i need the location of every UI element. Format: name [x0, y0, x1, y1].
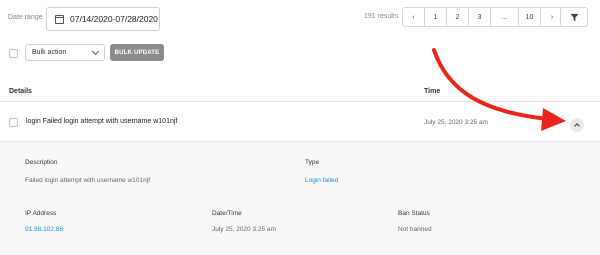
datetime-label: Date/Time [212, 210, 242, 217]
date-range-value: 07/14/2020-07/28/2020 [70, 14, 158, 24]
chevron-down-icon [91, 47, 100, 55]
calendar-icon [55, 14, 64, 24]
results-count: 191 results [364, 13, 399, 20]
row-checkbox[interactable] [9, 118, 18, 127]
row-time: July 25, 2020 3:25 am [424, 119, 488, 126]
page-ellipsis: ... [491, 8, 519, 26]
table-header: Details Time [0, 82, 600, 102]
bulk-action-select[interactable]: Bulk action [25, 44, 105, 61]
type-label: Type [305, 159, 320, 166]
pagination: ‹ 1 2 3 ... 10 › [402, 7, 564, 27]
filter-button[interactable] [560, 7, 588, 27]
page-1-button[interactable]: 1 [425, 8, 447, 26]
ban-status-value: Not banned [398, 226, 432, 233]
description-value: Failed login attempt with username w101n… [25, 177, 151, 184]
row-details-panel: Description Failed login attempt with us… [0, 142, 600, 255]
ip-address-label: IP Address [25, 210, 57, 217]
bulk-update-button[interactable]: BULK UPDATE [110, 44, 164, 61]
select-all-checkbox[interactable] [9, 49, 18, 58]
top-toolbar: Date range 07/14/2020-07/28/2020 191 res… [0, 0, 600, 40]
bulk-action-value: Bulk action [32, 49, 67, 56]
type-value-link[interactable]: Login failed [305, 177, 338, 184]
collapse-row-button[interactable] [570, 118, 584, 132]
date-range-picker[interactable]: 07/14/2020-07/28/2020 [46, 7, 160, 31]
chevron-up-icon [574, 123, 580, 129]
description-label: Description [25, 159, 58, 166]
page-2-button[interactable]: 2 [447, 8, 469, 26]
prev-page-button[interactable]: ‹ [403, 8, 425, 26]
details-column-header: Details [9, 88, 32, 95]
datetime-value: July 25, 2020 3:25 am [212, 226, 276, 233]
bulk-action-bar: Bulk action BULK UPDATE [0, 42, 600, 64]
page-3-button[interactable]: 3 [469, 8, 491, 26]
row-details-text: login Failed login attempt with username… [26, 118, 178, 125]
filter-icon [569, 13, 579, 21]
page-10-button[interactable]: 10 [519, 8, 541, 26]
table-row[interactable]: login Failed login attempt with username… [0, 102, 600, 142]
date-range-label: Date range [8, 14, 43, 21]
ip-address-link[interactable]: 91.98.102.86 [25, 226, 63, 233]
time-column-header: Time [424, 88, 441, 95]
ban-status-label: Ban Status [398, 210, 430, 217]
